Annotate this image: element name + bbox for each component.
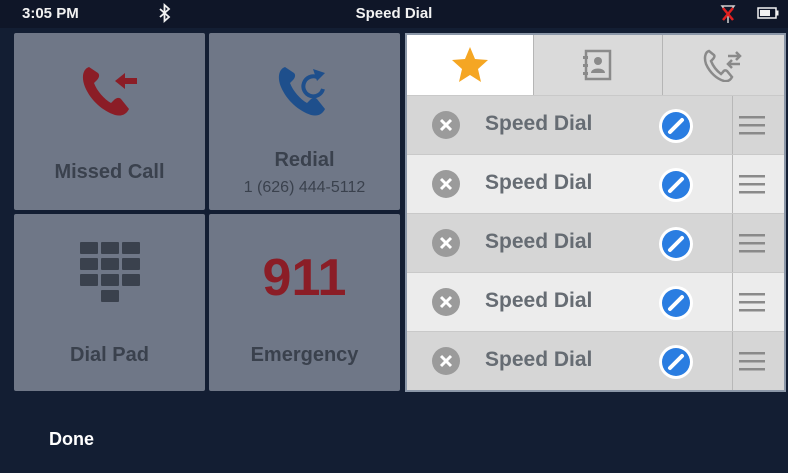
list-item[interactable]: Speed Dial (407, 154, 784, 213)
dialpad-icon (80, 242, 140, 302)
drag-handle-icon[interactable] (737, 350, 767, 372)
tab-favorites[interactable] (407, 35, 534, 95)
list-item[interactable]: Speed Dial (407, 272, 784, 331)
redial-tile[interactable]: Redial 1 (626) 444-5112 (209, 33, 400, 210)
tab-call-transfer[interactable] (663, 35, 784, 95)
edit-icon[interactable] (658, 108, 694, 144)
remove-icon[interactable] (431, 110, 461, 140)
contacts-icon (583, 49, 612, 81)
row-divider (732, 155, 733, 213)
edit-icon[interactable] (658, 226, 694, 262)
emergency-number: 911 (262, 249, 347, 307)
battery-icon (757, 7, 779, 19)
missed-call-label: Missed Call (54, 161, 165, 183)
remove-icon[interactable] (431, 287, 461, 317)
edit-icon[interactable] (658, 167, 694, 203)
row-divider (732, 214, 733, 272)
antenna-off-icon (720, 5, 736, 23)
status-bar: 3:05 PM Speed Dial (0, 0, 788, 28)
page-title: Speed Dial (355, 5, 433, 22)
list-item[interactable]: Speed Dial (407, 95, 784, 154)
row-divider (732, 332, 733, 390)
emergency-label: Emergency (250, 344, 359, 366)
panel-tabs (407, 35, 784, 95)
row-divider (732, 273, 733, 331)
star-icon (452, 47, 488, 82)
remove-icon[interactable] (431, 169, 461, 199)
edit-icon[interactable] (658, 344, 694, 380)
redial-label: Redial (274, 149, 335, 171)
redial-number: 1 (626) 444-5112 (243, 179, 366, 196)
row-divider (732, 96, 733, 154)
done-button[interactable]: Done (49, 429, 94, 450)
drag-handle-icon[interactable] (737, 291, 767, 313)
missed-call-icon (82, 67, 137, 116)
speed-dial-panel: Speed Dial Speed Dial Speed Dial Speed D… (405, 33, 786, 392)
redial-icon (278, 67, 325, 116)
drag-handle-icon[interactable] (737, 114, 767, 136)
speed-dial-label: Speed Dial (485, 348, 593, 371)
drag-handle-icon[interactable] (737, 173, 767, 195)
dial-pad-tile[interactable]: Dial Pad (14, 214, 205, 391)
speed-dial-label: Speed Dial (485, 230, 593, 253)
call-transfer-icon (703, 49, 742, 82)
dial-pad-label: Dial Pad (70, 344, 149, 366)
missed-call-tile[interactable]: Missed Call (14, 33, 205, 210)
remove-icon[interactable] (431, 346, 461, 376)
remove-icon[interactable] (431, 228, 461, 258)
speed-dial-label: Speed Dial (485, 289, 593, 312)
emergency-tile[interactable]: 911 Emergency (209, 214, 400, 391)
edit-icon[interactable] (658, 285, 694, 321)
tab-contacts[interactable] (534, 35, 663, 95)
speed-dial-label: Speed Dial (485, 171, 593, 194)
speed-dial-label: Speed Dial (485, 112, 593, 135)
list-item[interactable]: Speed Dial (407, 213, 784, 272)
list-item[interactable]: Speed Dial (407, 331, 784, 390)
drag-handle-icon[interactable] (737, 232, 767, 254)
